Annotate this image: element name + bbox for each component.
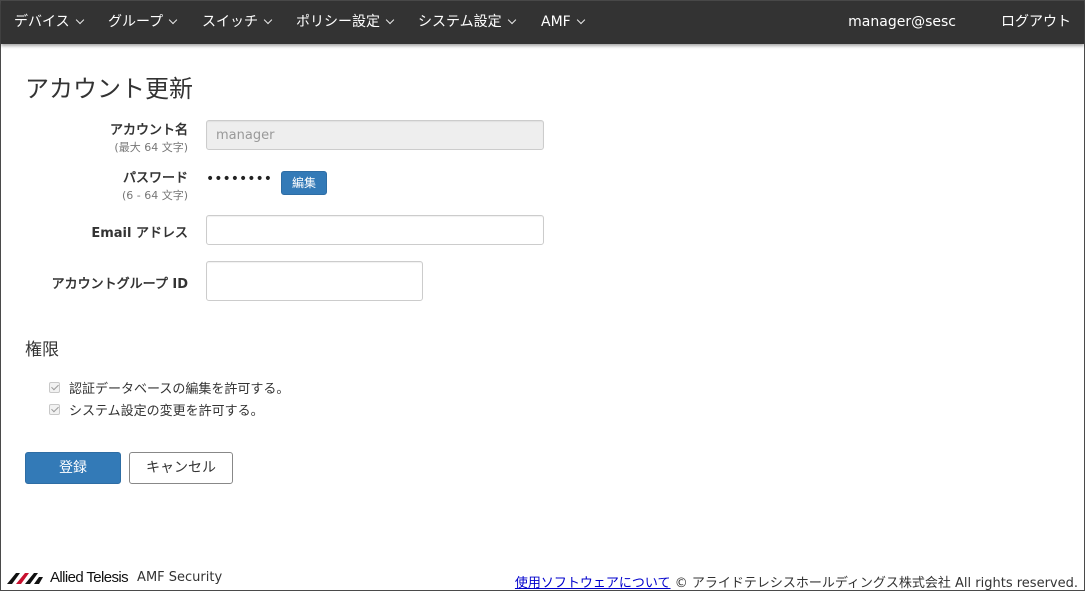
nav-menu-label: スイッチ: [202, 14, 258, 30]
permission-auth-db-edit: 認証データベースの編集を許可する。: [49, 378, 289, 397]
edit-password-button[interactable]: 編集: [281, 171, 327, 195]
nav-menu-amf[interactable]: AMF: [541, 1, 585, 44]
nav-menu-label: デバイス: [14, 14, 70, 30]
password-label: パスワード (6 - 64 文字): [122, 167, 188, 203]
footer-brand: Allied Telesis AMF Security: [7, 569, 222, 586]
nav-menu-devices[interactable]: デバイス: [14, 1, 84, 44]
footer-copyright-area: 使用ソフトウェアについて © アライドテレシスホールディングス株式会社 All …: [515, 572, 1078, 591]
chevron-down-icon: [168, 15, 178, 25]
cancel-button[interactable]: キャンセル: [129, 452, 233, 484]
allied-telesis-logo-icon: [7, 572, 43, 584]
account-name-hint: (最大 64 文字): [114, 141, 188, 154]
permission-checkbox[interactable]: [49, 404, 60, 415]
nav-menu-label: グループ: [108, 14, 164, 30]
account-name-label: アカウント名 (最大 64 文字): [110, 119, 188, 155]
nav-menu-label: ポリシー設定: [296, 14, 380, 30]
nav-menu-label: AMF: [541, 14, 571, 30]
account-name-label-text: アカウント名: [109, 123, 188, 138]
nav-menu-label: システム設定: [418, 14, 502, 30]
chevron-down-icon: [75, 15, 84, 25]
nav-menu-policy-settings[interactable]: ポリシー設定: [296, 1, 395, 44]
chevron-down-icon: [263, 15, 273, 25]
top-navbar: デバイス グループ スイッチ ポリシー設定 システム設定 AMF manager…: [1, 1, 1084, 44]
password-label-text: パスワード: [122, 171, 188, 186]
nav-menu-groups[interactable]: グループ: [108, 1, 178, 44]
page-title: アカウント更新: [25, 75, 193, 103]
permission-label: システム設定の変更を許可する。: [69, 404, 264, 419]
software-info-link[interactable]: 使用ソフトウェアについて: [515, 576, 671, 591]
permissions-section-title: 権限: [25, 340, 59, 360]
chevron-down-icon: [576, 15, 585, 25]
brand-name: Allied Telesis: [50, 569, 129, 586]
register-button[interactable]: 登録: [25, 452, 121, 484]
email-input[interactable]: [206, 215, 544, 245]
chevron-down-icon: [385, 15, 395, 25]
account-group-id-label: アカウントグループ ID: [51, 277, 188, 292]
permission-label: 認証データベースの編集を許可する。: [69, 382, 290, 397]
account-name-input: [206, 120, 544, 150]
password-hint: (6 - 64 文字): [121, 189, 188, 202]
email-label: Email アドレス: [91, 226, 188, 241]
chevron-down-icon: [507, 15, 516, 25]
copyright-text: © アライドテレシスホールディングス株式会社 All rights reserv…: [674, 576, 1078, 591]
product-name: AMF Security: [137, 570, 223, 585]
nav-user-account[interactable]: manager@sesc: [848, 1, 956, 44]
logout-link[interactable]: ログアウト: [1001, 1, 1071, 44]
permission-system-settings-change: システム設定の変更を許可する。: [49, 400, 264, 419]
password-masked-value: ••••••••: [206, 171, 273, 187]
account-group-id-input[interactable]: [206, 261, 423, 301]
nav-menu-system-settings[interactable]: システム設定: [418, 1, 516, 44]
permission-checkbox[interactable]: [49, 382, 60, 393]
nav-menu-switches[interactable]: スイッチ: [202, 1, 273, 44]
